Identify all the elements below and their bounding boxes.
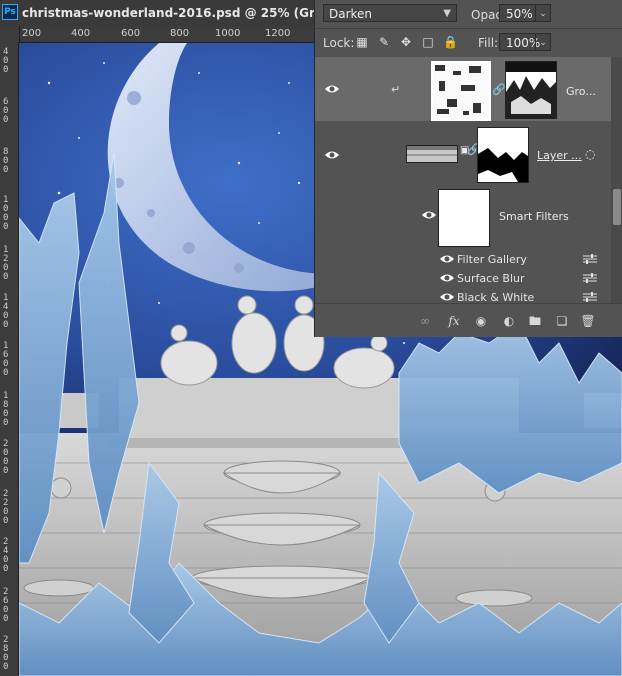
layers-scrollbar[interactable]	[611, 57, 622, 303]
ruler-origin-corner[interactable]	[0, 26, 20, 43]
ruler-tick: 1000	[215, 28, 241, 39]
blend-mode-select[interactable]: Darken ▼	[323, 4, 457, 22]
ruler-tick: 1600	[3, 341, 9, 378]
smart-filters-label: Smart Filters	[499, 210, 569, 223]
ruler-tick: 200	[22, 28, 42, 39]
ruler-tick: 400	[3, 47, 9, 75]
mask-thumbnail	[505, 61, 557, 119]
chevron-down-icon: ▼	[443, 8, 451, 19]
filter-row[interactable]: Surface Blur	[315, 269, 611, 288]
lock-fill-row: Lock: ▦ ✎ ✥ □ 🔒 Fill: 100% ⌄	[315, 28, 622, 57]
layers-panel: Darken ▼ Opacity: 50% ⌄ Lock: ▦ ✎ ✥ □ 🔒 …	[314, 0, 622, 337]
lock-transparent-pixels-icon[interactable]: ▦	[355, 35, 369, 49]
ruler-tick: 1800	[3, 391, 9, 428]
filter-blending-options-icon[interactable]	[583, 292, 597, 302]
filter-row[interactable]: Filter Gallery	[315, 250, 611, 269]
opacity-value: 50%	[506, 7, 533, 21]
lock-all-padlock-icon[interactable]: 🔒	[443, 35, 458, 49]
ruler-tick: 2600	[3, 587, 9, 624]
visibility-eye-icon[interactable]	[439, 253, 455, 265]
ruler-tick: 800	[170, 28, 190, 39]
layers-list: ↵ 🔗 Gro... ▣ 🔗 Layer ... ◌ Smart Filters…	[315, 57, 611, 303]
lock-artboard-icon[interactable]: □	[421, 35, 435, 49]
filter-row[interactable]: Black & White	[315, 288, 611, 303]
fx-icon[interactable]: fx	[446, 313, 462, 329]
opacity-field[interactable]: 50% ⌄	[499, 4, 551, 22]
chevron-down-icon[interactable]: ⌄	[535, 34, 550, 50]
layer-row-smart-object[interactable]: ▣ 🔗 Layer ... ◌	[315, 121, 611, 187]
new-layer-icon[interactable]: ❏	[554, 313, 570, 329]
blend-mode-value: Darken	[329, 7, 373, 21]
ruler-tick: 2800	[3, 635, 9, 672]
ruler-tick: 2000	[3, 439, 9, 476]
layer-thumbnail	[406, 145, 458, 163]
layer-row-group[interactable]: ↵ 🔗 Gro...	[315, 57, 611, 121]
fill-label: Fill:	[478, 36, 499, 50]
filter-name[interactable]: Surface Blur	[457, 272, 525, 285]
visibility-eye-icon[interactable]	[439, 291, 455, 303]
photoshop-logo-icon: Ps	[2, 4, 18, 20]
vertical-ruler[interactable]: 400 600 800 1000 1200 1400 1600 1800 200…	[0, 42, 19, 676]
filter-name[interactable]: Black & White	[457, 291, 534, 303]
clipping-arrow-icon: ↵	[391, 83, 401, 96]
ruler-tick: 800	[3, 147, 9, 175]
lock-label: Lock:	[323, 36, 355, 50]
ruler-tick: 1200	[265, 28, 291, 39]
mask-thumbnail	[477, 127, 529, 183]
layers-panel-toolbar: ∞ fx ◉ ◐ 🖿 ❏ 🗑	[315, 303, 622, 337]
chain-link-icon[interactable]: 🔗	[492, 83, 506, 96]
ruler-tick: 400	[71, 28, 91, 39]
delete-trash-icon[interactable]: 🗑	[580, 313, 596, 329]
smart-filter-mask-thumbnail	[438, 189, 490, 247]
ruler-tick: 600	[3, 97, 9, 125]
link-layers-icon[interactable]: ∞	[417, 313, 433, 329]
ruler-tick: 1400	[3, 293, 9, 330]
ruler-tick: 2200	[3, 489, 9, 526]
layer-name-group[interactable]: Gro...	[566, 85, 596, 98]
filter-blending-options-icon[interactable]	[583, 273, 597, 283]
layer-thumbnail	[431, 61, 491, 121]
layer-name-smart-object[interactable]: Layer ...	[537, 149, 582, 162]
ruler-tick: 1000	[3, 195, 9, 232]
ruler-tick: 2400	[3, 537, 9, 574]
lock-image-pixels-brush-icon[interactable]: ✎	[377, 35, 391, 49]
visibility-eye-icon[interactable]	[324, 149, 340, 161]
filter-name[interactable]: Filter Gallery	[457, 253, 527, 266]
ruler-tick: 600	[121, 28, 141, 39]
visibility-eye-icon[interactable]	[439, 272, 455, 284]
filter-blending-options-icon[interactable]	[583, 254, 597, 264]
lock-position-move-icon[interactable]: ✥	[399, 35, 413, 49]
visibility-eye-icon[interactable]	[421, 209, 437, 221]
adjustment-layer-icon[interactable]: ◐	[501, 313, 517, 329]
fill-field[interactable]: 100% ⌄	[499, 33, 551, 51]
ruler-tick: 1200	[3, 245, 9, 282]
layer-row-smart-filters[interactable]: Smart Filters	[315, 187, 611, 249]
chevron-down-icon[interactable]: ⌄	[535, 5, 550, 21]
add-mask-icon[interactable]: ◉	[473, 313, 489, 329]
scrollbar-thumb[interactable]	[613, 189, 621, 225]
new-group-folder-icon[interactable]: 🖿	[527, 313, 543, 329]
smart-filter-options-icon[interactable]: ◌	[585, 147, 595, 161]
blend-opacity-row: Darken ▼ Opacity: 50% ⌄	[315, 0, 622, 28]
visibility-eye-icon[interactable]	[324, 83, 340, 95]
